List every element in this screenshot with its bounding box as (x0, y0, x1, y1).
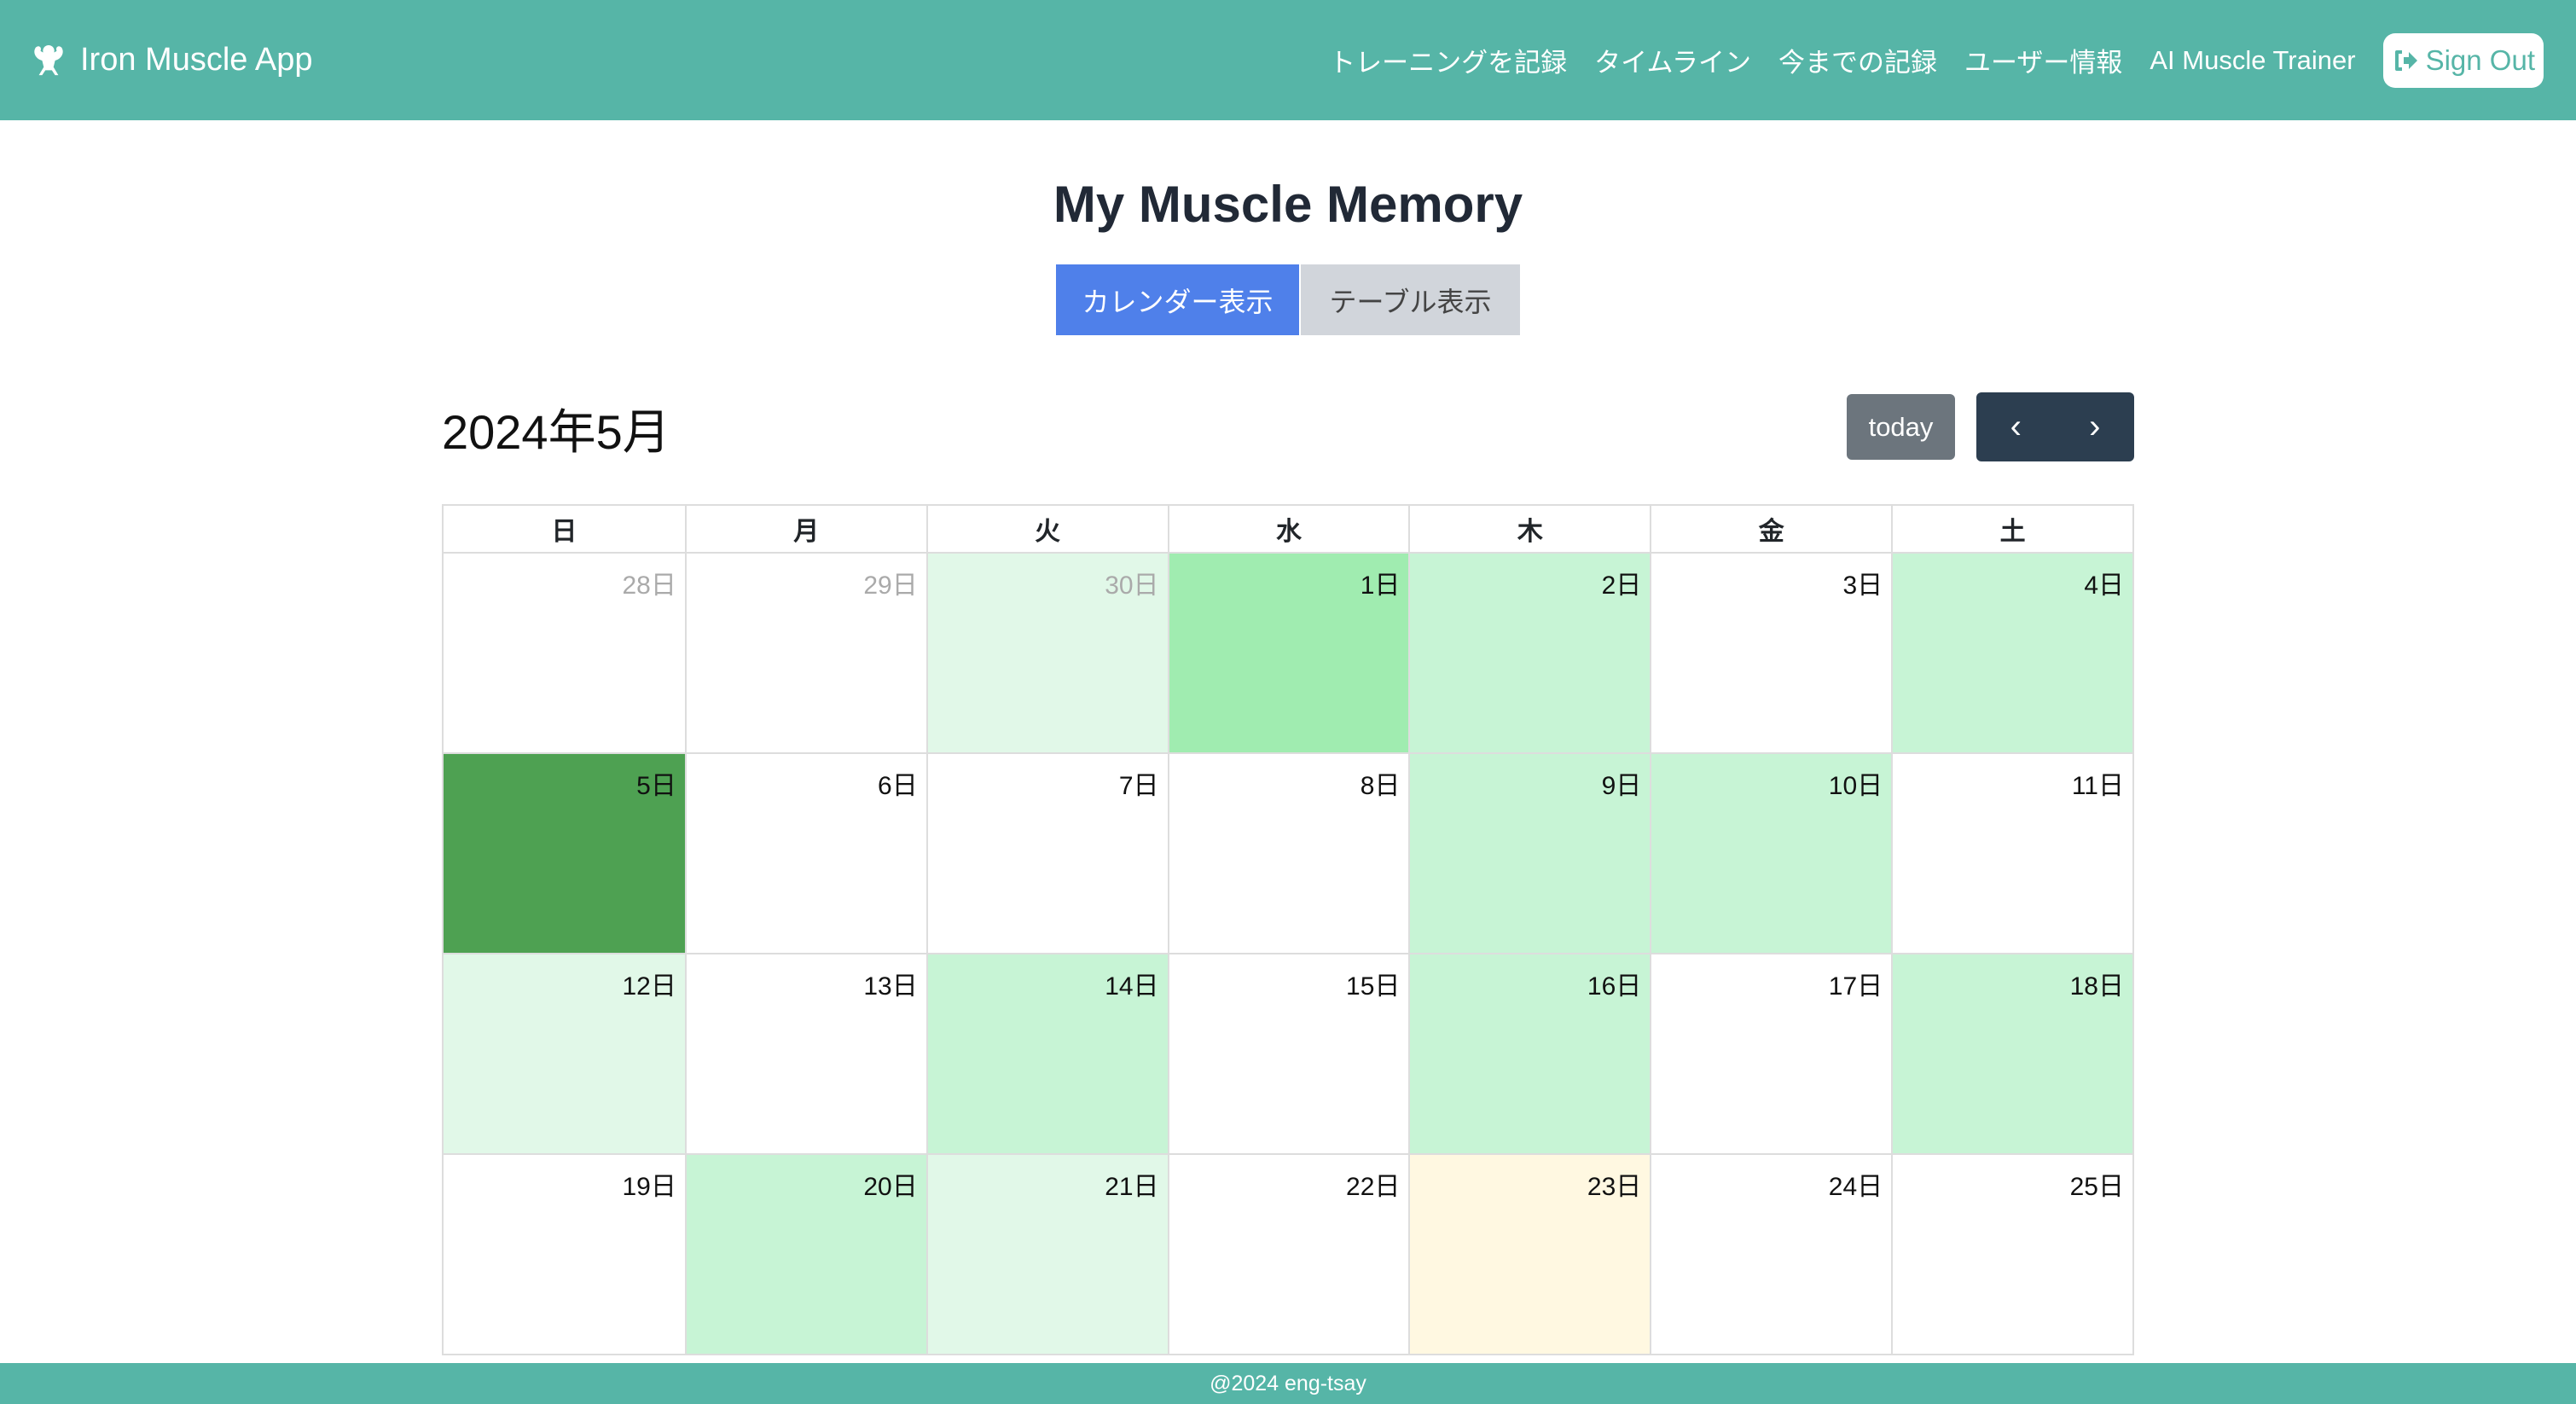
day-number: 23日 (1587, 1173, 1642, 1201)
nav-user-info[interactable]: ユーザー情報 (1964, 41, 2122, 79)
calendar-day-cell[interactable]: 24日 (1650, 1155, 1892, 1354)
calendar-view-button[interactable]: カレンダー表示 (1056, 264, 1299, 335)
table-view-button[interactable]: テーブル表示 (1301, 264, 1520, 335)
weekday-header-cell: 火 (925, 506, 1168, 552)
day-number: 29日 (863, 571, 918, 600)
calendar-day-cell[interactable]: 9日 (1408, 754, 1651, 953)
day-number: 16日 (1587, 972, 1642, 1001)
calendar-day-cell[interactable]: 15日 (1167, 954, 1409, 1153)
day-number: 25日 (2069, 1173, 2124, 1201)
calendar-week-row: 5日 6日 7日 8日 9日 10日 11日 (442, 754, 2134, 954)
navbar: Iron Muscle App トレーニングを記録 タイムライン 今までの記録 … (0, 0, 2576, 120)
day-number: 28日 (622, 571, 676, 600)
calendar-day-cell[interactable]: 4日 (1891, 554, 2132, 752)
nav-history[interactable]: 今までの記録 (1778, 41, 1937, 79)
calendar-day-cell[interactable]: 16日 (1408, 954, 1651, 1153)
day-number: 10日 (1828, 772, 1883, 800)
calendar-day-cell[interactable]: 17日 (1650, 954, 1892, 1153)
day-number: 19日 (622, 1173, 676, 1201)
day-number: 15日 (1346, 972, 1401, 1001)
prev-month-button[interactable]: ‹ (1976, 392, 2056, 461)
day-number: 8日 (1360, 772, 1401, 800)
calendar-day-cell[interactable]: 20日 (684, 1155, 926, 1354)
calendar-week-row: 19日 20日 21日 22日 23日 24日 25日 (442, 1155, 2134, 1355)
chevron-left-icon: ‹ (2010, 408, 2022, 445)
day-number: 24日 (1828, 1173, 1883, 1201)
day-number: 12日 (622, 972, 676, 1001)
day-number: 4日 (2084, 571, 2124, 600)
day-number: 7日 (1118, 772, 1159, 800)
calendar-day-cell[interactable]: 10日 (1650, 754, 1892, 953)
calendar-day-cell[interactable]: 6日 (684, 754, 926, 953)
nav-ai-trainer[interactable]: AI Muscle Trainer (2150, 45, 2355, 76)
day-number: 21日 (1105, 1173, 1159, 1201)
calendar-day-cell[interactable]: 2日 (1408, 554, 1651, 752)
calendar-day-cell[interactable]: 29日 (684, 554, 926, 752)
weekday-header: 日 月火水木金土 (442, 504, 2134, 554)
day-number: 3日 (1842, 571, 1883, 600)
sign-out-icon (2394, 49, 2417, 71)
calendar-day-cell[interactable]: 22日 (1167, 1155, 1409, 1354)
page-title: My Muscle Memory (1053, 176, 1523, 233)
calendar-day-cell[interactable]: 5日 (444, 754, 685, 953)
footer: @2024 eng-tsay (0, 1363, 2576, 1404)
day-number: 5日 (636, 772, 676, 800)
calendar-grid: 日 月火水木金土 28日 29日 30日 1日 2日 3日 4日 5日 6日 7日 8日 9日 10日 11… (442, 504, 2134, 1355)
weekday-header-cell: 土 (1891, 506, 2132, 552)
nav-record-training[interactable]: トレーニングを記録 (1329, 41, 1567, 79)
day-number: 13日 (863, 972, 918, 1001)
view-toggle: カレンダー表示 テーブル表示 (1056, 264, 1520, 335)
calendar-day-cell[interactable]: 8日 (1167, 754, 1409, 953)
day-number: 11日 (2071, 772, 2124, 800)
calendar-day-cell[interactable]: 12日 (444, 954, 685, 1153)
today-button[interactable]: today (1847, 394, 1955, 460)
chevron-right-icon: › (2089, 408, 2101, 445)
calendar-day-cell[interactable]: 13日 (684, 954, 926, 1153)
calendar-day-cell[interactable]: 1日 (1167, 554, 1409, 752)
brand-name: Iron Muscle App (80, 42, 313, 78)
calendar-day-cell[interactable]: 11日 (1891, 754, 2132, 953)
weekday-header-cell: 金 (1650, 506, 1891, 552)
calendar-day-cell[interactable]: 3日 (1650, 554, 1892, 752)
sign-out-button[interactable]: Sign Out (2382, 32, 2544, 88)
calendar-day-cell[interactable]: 25日 (1891, 1155, 2132, 1354)
calendar-day-cell[interactable]: 18日 (1891, 954, 2132, 1153)
brand-link[interactable]: Iron Muscle App (32, 42, 312, 78)
muscle-icon (34, 44, 63, 75)
day-number: 30日 (1105, 571, 1159, 600)
calendar-day-cell[interactable]: 21日 (925, 1155, 1168, 1354)
day-number: 20日 (863, 1173, 918, 1201)
month-nav: ‹ › (1976, 392, 2134, 461)
day-number: 9日 (1601, 772, 1642, 800)
next-month-button[interactable]: › (2056, 392, 2135, 461)
calendar-day-cell[interactable]: 23日 (1408, 1155, 1651, 1354)
day-number: 17日 (1828, 972, 1883, 1001)
calendar-week-row: 28日 29日 30日 1日 2日 3日 4日 (442, 554, 2134, 754)
calendar-day-cell[interactable]: 19日 (444, 1155, 685, 1354)
month-title: 2024年5月 (442, 405, 670, 459)
calendar-day-cell[interactable]: 30日 (925, 554, 1168, 752)
day-number: 6日 (878, 772, 918, 800)
calendar-week-row: 12日 13日 14日 15日 16日 17日 18日 (442, 954, 2134, 1155)
weekday-header-cell: 木 (1408, 506, 1650, 552)
day-number: 14日 (1105, 972, 1159, 1001)
weekday-header-cell: 日 (551, 518, 577, 546)
day-number: 18日 (2069, 972, 2124, 1001)
day-number: 1日 (1360, 571, 1401, 600)
nav-timeline[interactable]: タイムライン (1594, 41, 1751, 79)
day-number: 22日 (1346, 1173, 1401, 1201)
calendar-day-cell[interactable]: 7日 (925, 754, 1168, 953)
weekday-header-cell: 月 (684, 506, 926, 552)
sign-out-label: Sign Out (2425, 44, 2535, 76)
calendar-day-cell[interactable]: 28日 (444, 554, 685, 752)
calendar-day-cell[interactable]: 14日 (925, 954, 1168, 1153)
weekday-header-cell: 水 (1167, 506, 1409, 552)
day-number: 2日 (1601, 571, 1642, 600)
